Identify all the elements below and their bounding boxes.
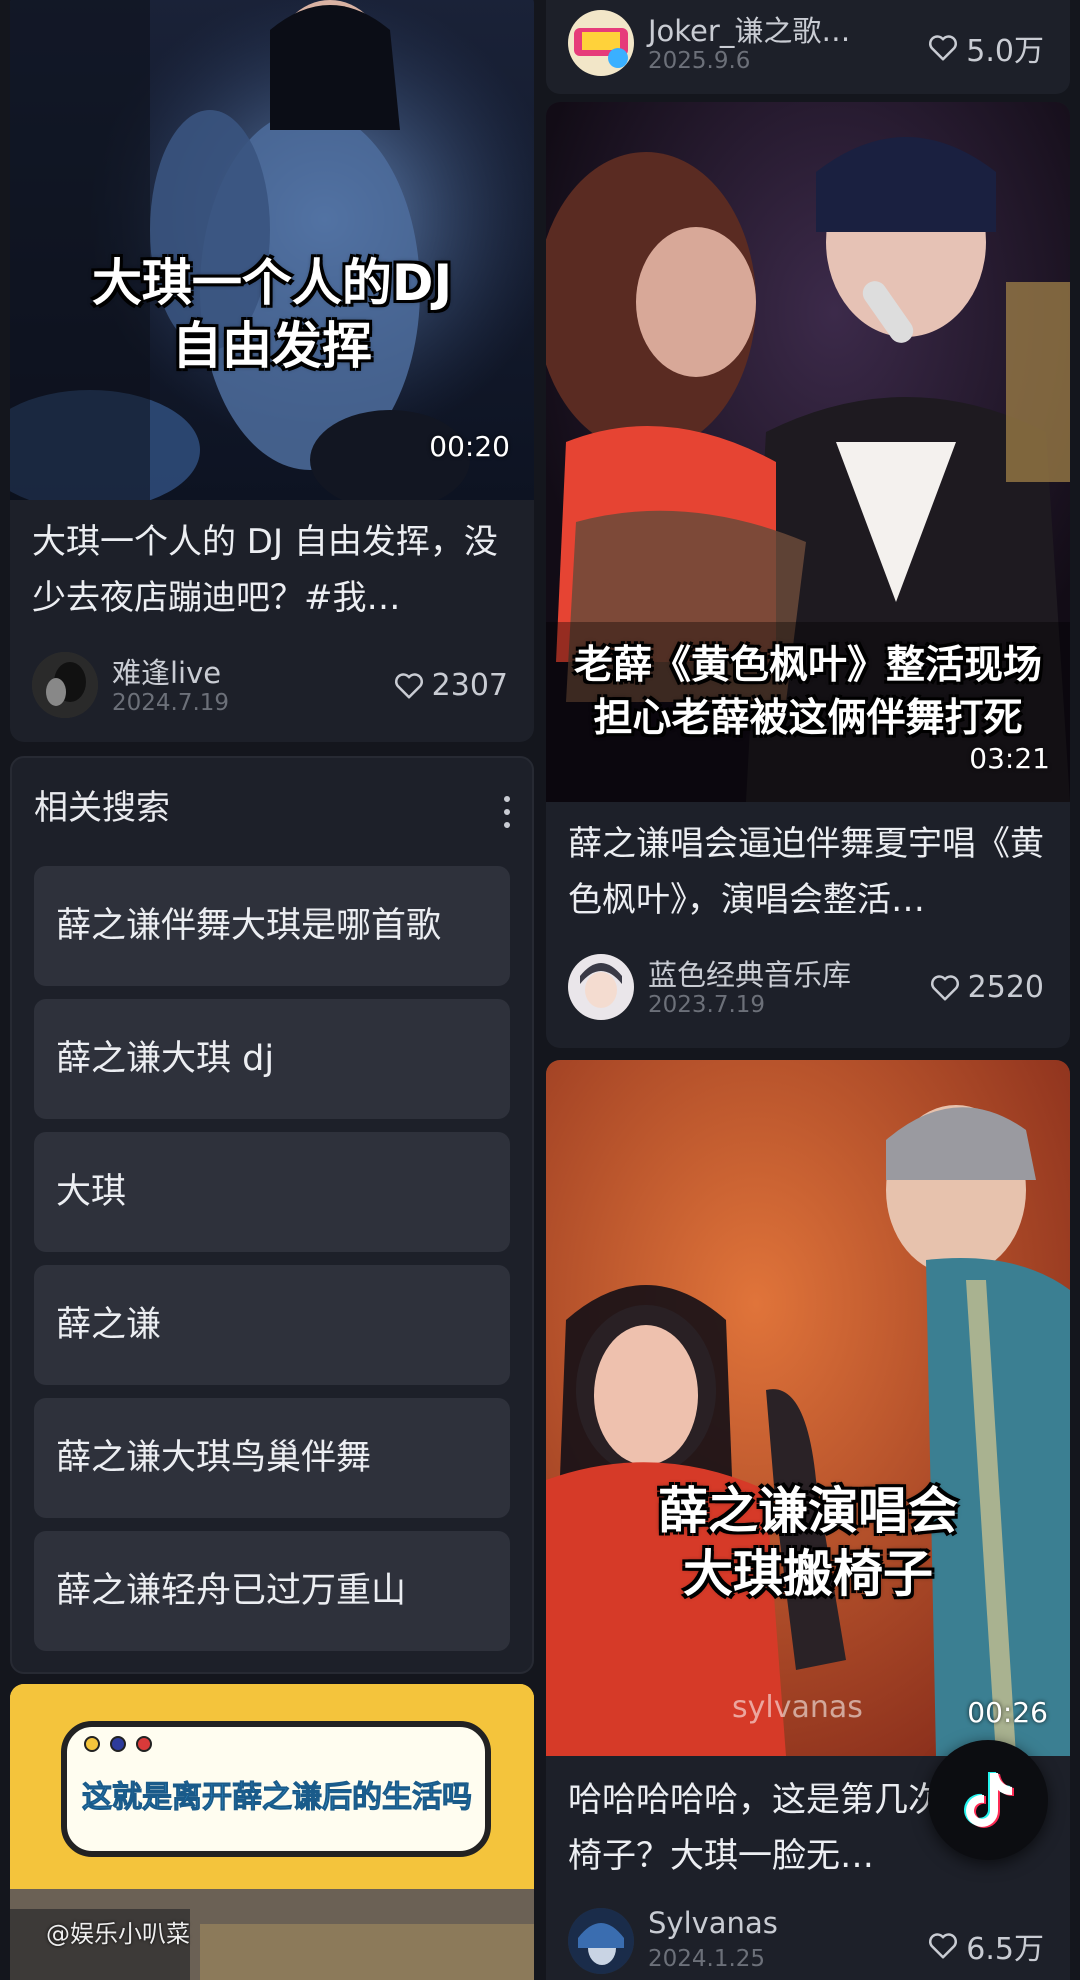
watermark: @娱乐小叭菜 bbox=[46, 1920, 190, 1948]
like-count-value: 5.0万 bbox=[966, 34, 1044, 69]
related-search-heading: 相关搜索 bbox=[34, 788, 170, 828]
related-search-item[interactable]: 薛之谦轻舟已过万重山 bbox=[34, 1531, 510, 1651]
related-search-item[interactable]: 薛之谦 bbox=[34, 1265, 510, 1385]
search-results-feed: 大琪一个人的DJ 自由发挥 00:20 大琪一个人的 DJ 自由发挥，没少去夜店… bbox=[0, 0, 1080, 1980]
like-count-value: 2307 bbox=[431, 668, 508, 703]
heart-icon bbox=[929, 35, 958, 61]
video-card[interactable]: 老薛《黄色枫叶》整活现场 担心老薛被这俩伴舞打死 03:21 薛之谦唱会逼迫伴舞… bbox=[546, 102, 1070, 1048]
video-title[interactable]: 薛之谦唱会逼迫伴舞夏宇唱《黄色枫叶》，演唱会整活… bbox=[568, 816, 1048, 928]
like-count-value: 6.5万 bbox=[966, 1932, 1044, 1967]
video-duration: 00:20 bbox=[429, 430, 510, 463]
author-name[interactable]: 难逢live bbox=[112, 650, 221, 692]
video-thumbnail[interactable]: 大琪一个人的DJ 自由发挥 00:20 bbox=[10, 0, 534, 500]
related-search-panel: 相关搜索 薛之谦伴舞大琪是哪首歌 薛之谦大琪 dj 大琪 薛之谦 薛之谦大琪鸟巢… bbox=[10, 756, 534, 1674]
thumbnail-image bbox=[10, 0, 534, 500]
post-date: 2025.9.6 bbox=[648, 48, 751, 74]
video-card[interactable]: 大琪一个人的DJ 自由发挥 00:20 大琪一个人的 DJ 自由发挥，没少去夜店… bbox=[10, 0, 534, 742]
thumbnail-overlay-text: 这就是离开薛之谦后的生活吗 bbox=[82, 1780, 473, 1816]
related-search-item[interactable]: 大琪 bbox=[34, 1132, 510, 1252]
thumbnail-caption-line2: 自由发挥 bbox=[172, 316, 372, 375]
video-meta: Joker_谦之歌… 2025.9.6 5.0万 bbox=[568, 8, 1048, 78]
thumbnail-caption-line2: 担心老薛被这俩伴舞打死 bbox=[593, 695, 1023, 741]
tiktok-floating-button[interactable] bbox=[928, 1740, 1048, 1860]
related-search-item[interactable]: 薛之谦伴舞大琪是哪首歌 bbox=[34, 866, 510, 986]
like-count[interactable]: 2307 bbox=[394, 668, 508, 703]
like-count[interactable]: 6.5万 bbox=[928, 1924, 1044, 1968]
thumbnail-caption-line1: 老薛《黄色枫叶》整活现场 bbox=[573, 643, 1042, 688]
author-name[interactable]: 蓝色经典音乐库 bbox=[648, 952, 851, 994]
author-avatar[interactable] bbox=[32, 652, 98, 718]
video-duration: 03:21 bbox=[969, 742, 1050, 775]
post-date: 2024.1.25 bbox=[648, 1946, 766, 1972]
watermark: sylvanas bbox=[732, 1690, 863, 1725]
author-avatar[interactable] bbox=[568, 10, 634, 76]
post-date: 2024.7.19 bbox=[112, 690, 230, 716]
heart-icon bbox=[930, 974, 959, 1000]
video-meta: 难逢live 2024.7.19 2307 bbox=[32, 650, 512, 720]
video-card[interactable]: Joker_谦之歌… 2025.9.6 5.0万 bbox=[546, 0, 1070, 94]
video-meta: Sylvanas 2024.1.25 6.5万 bbox=[568, 1906, 1048, 1976]
thumbnail-caption-line1: 大琪一个人的DJ bbox=[91, 254, 453, 312]
related-search-item[interactable]: 薛之谦大琪鸟巢伴舞 bbox=[34, 1398, 510, 1518]
thumbnail-caption-line2: 大琪搬椅子 bbox=[683, 1544, 933, 1603]
more-options-icon[interactable] bbox=[504, 796, 510, 835]
tiktok-logo-icon bbox=[964, 1772, 1014, 1828]
like-count[interactable]: 2520 bbox=[930, 970, 1044, 1005]
like-count-value: 2520 bbox=[967, 970, 1044, 1005]
related-search-item[interactable]: 薛之谦大琪 dj bbox=[34, 999, 510, 1119]
video-thumbnail[interactable]: 这就是离开薛之谦后的生活吗 @娱乐小叭菜 bbox=[10, 1684, 534, 1980]
thumbnail-caption-line1: 薛之谦演唱会 bbox=[658, 1482, 958, 1540]
video-card[interactable]: 这就是离开薛之谦后的生活吗 @娱乐小叭菜 bbox=[10, 1684, 534, 1980]
thumbnail-image bbox=[546, 1060, 1070, 1756]
heart-icon bbox=[929, 1933, 958, 1959]
author-avatar[interactable] bbox=[568, 1908, 634, 1974]
video-title[interactable]: 大琪一个人的 DJ 自由发挥，没少去夜店蹦迪吧？#我… bbox=[32, 514, 512, 626]
author-avatar[interactable] bbox=[568, 954, 634, 1020]
video-meta: 蓝色经典音乐库 2023.7.19 2520 bbox=[568, 952, 1048, 1022]
video-duration: 00:26 bbox=[967, 1696, 1048, 1729]
post-date: 2023.7.19 bbox=[648, 992, 766, 1018]
author-name[interactable]: Joker_谦之歌… bbox=[648, 8, 850, 50]
video-thumbnail[interactable]: 老薛《黄色枫叶》整活现场 担心老薛被这俩伴舞打死 03:21 bbox=[546, 102, 1070, 802]
like-count[interactable]: 5.0万 bbox=[928, 26, 1044, 70]
video-thumbnail[interactable]: 薛之谦演唱会 大琪搬椅子 sylvanas 00:26 bbox=[546, 1060, 1070, 1756]
heart-icon bbox=[394, 672, 423, 698]
author-name[interactable]: Sylvanas bbox=[648, 1906, 778, 1940]
